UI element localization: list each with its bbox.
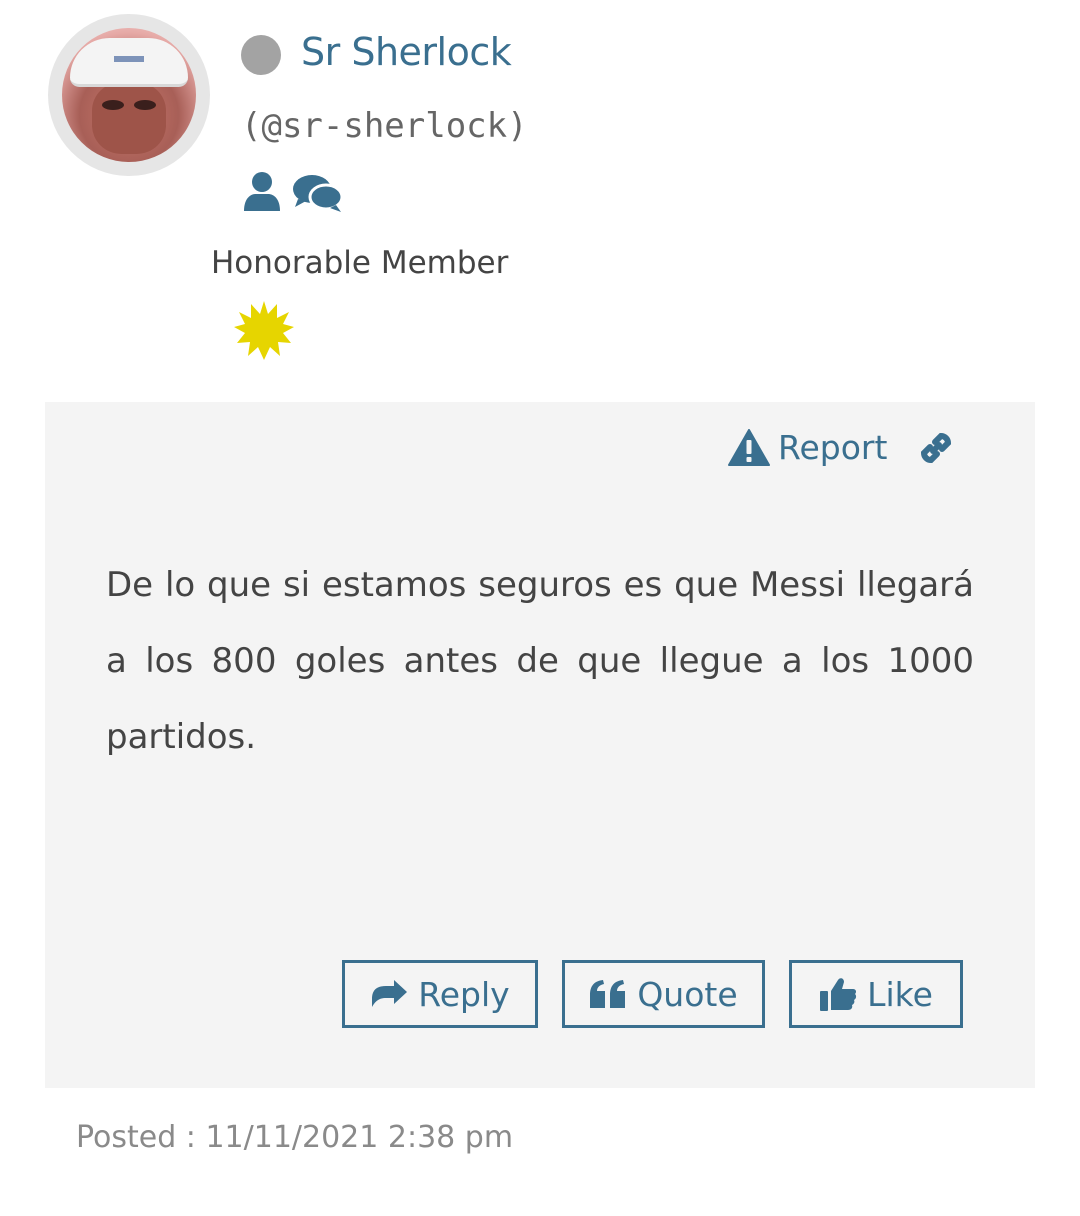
thumbs-up-icon: [820, 978, 857, 1011]
author-handle: (@sr-sherlock): [241, 106, 528, 146]
post-timestamp: Posted : 11/11/2021 2:38 pm: [76, 1120, 514, 1155]
status-indicator: [241, 35, 281, 75]
profile-icon[interactable]: [242, 171, 282, 213]
avatar-image: [62, 28, 196, 162]
member-rank: Honorable Member: [211, 245, 509, 281]
quote-button[interactable]: Quote: [562, 960, 765, 1028]
chat-bubbles-icon[interactable]: [292, 173, 344, 213]
like-label: Like: [867, 974, 933, 1014]
report-label: Report: [778, 428, 888, 467]
like-button[interactable]: Like: [789, 960, 963, 1028]
reply-label: Reply: [418, 974, 510, 1014]
link-icon[interactable]: [915, 427, 957, 469]
quote-icon: [590, 980, 626, 1008]
reply-button[interactable]: Reply: [342, 960, 538, 1028]
reply-arrow-icon: [372, 980, 408, 1007]
warning-icon: [728, 428, 770, 466]
sun-badge-icon: [234, 301, 294, 360]
post-body: De lo que si estamos seguros es que Mess…: [106, 565, 974, 757]
avatar[interactable]: [48, 14, 210, 176]
report-link[interactable]: Report: [728, 428, 887, 467]
quote-label: Quote: [637, 974, 738, 1014]
author-name[interactable]: Sr Sherlock: [301, 30, 512, 74]
